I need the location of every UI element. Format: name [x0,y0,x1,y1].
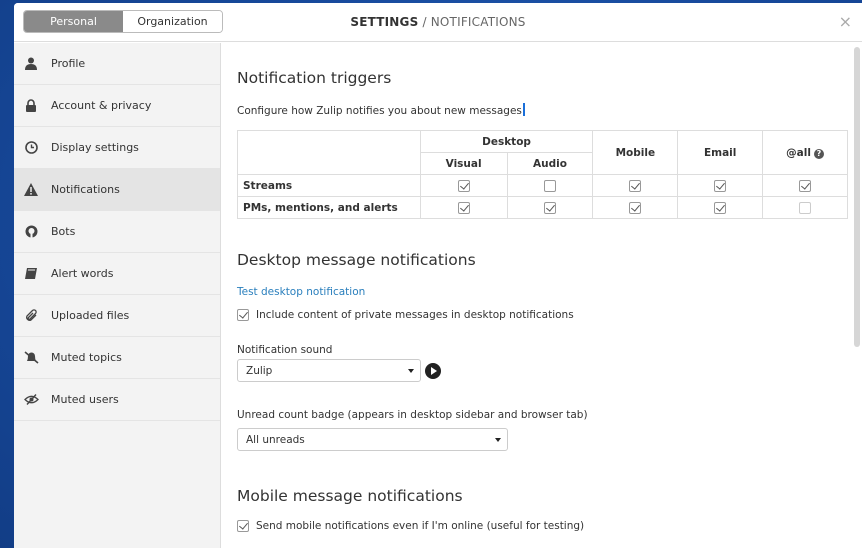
streams-all-checkbox[interactable] [799,179,812,192]
sidebar-item-uploaded-files[interactable]: Uploaded files [14,295,220,337]
settings-header: Personal Organization SETTINGS / NOTIFIC… [14,3,862,42]
eye-slash-icon [23,392,39,408]
table-row: Streams [237,174,848,197]
sidebar-item-muted-users[interactable]: Muted users [14,379,220,421]
sidebar-item-label: Muted topics [51,351,122,364]
streams-email-checkbox[interactable] [714,179,727,192]
notification-triggers-heading: Notification triggers [237,69,392,87]
sidebar-item-label: Profile [51,57,86,70]
sidebar-item-label: Muted users [51,393,119,406]
pms-audio-checkbox[interactable] [543,201,556,214]
github-icon [23,224,39,240]
sidebar-item-profile[interactable]: Profile [14,43,220,85]
notification-sound-label: Notification sound [237,344,333,356]
scrollbar-thumb[interactable] [854,47,860,347]
sidebar-item-label: Notifications [51,183,120,196]
send-online-checkbox[interactable] [237,520,249,532]
row-label-pms-mentions-alerts: PMs, mentions, and alerts [237,196,421,219]
chevron-down-icon [408,369,414,373]
text-cursor [522,103,525,116]
pms-visual-checkbox[interactable] [457,201,470,214]
sidebar-item-alert-words[interactable]: Alert words [14,253,220,295]
settings-sidebar: Profile Account & privacy Display settin… [14,43,221,548]
notification-triggers-description: Configure how Zulip notifies you about n… [237,103,525,117]
include-content-label: Include content of private messages in d… [256,309,574,321]
sidebar-item-muted-topics[interactable]: Muted topics [14,337,220,379]
unread-badge-select[interactable]: All unreads [237,428,508,451]
pms-email-checkbox[interactable] [714,201,727,214]
column-header-all-label: @all [786,146,811,159]
bell-slash-icon [23,350,39,366]
paperclip-icon [23,308,39,324]
unread-badge-value: All unreads [246,433,305,446]
include-content-option[interactable]: Include content of private messages in d… [237,309,574,321]
sidebar-item-label: Uploaded files [51,309,130,322]
page-title-section: SETTINGS [350,15,419,29]
test-desktop-notification-link[interactable]: Test desktop notification [237,286,365,298]
column-header-mobile: Mobile [592,130,679,175]
lock-icon [23,98,39,114]
sidebar-item-label: Display settings [51,141,139,154]
play-sound-icon[interactable] [425,363,441,379]
book-icon [23,266,39,282]
pms-all-checkbox [799,201,812,214]
sidebar-item-display-settings[interactable]: Display settings [14,127,220,169]
sidebar-item-label: Bots [51,225,76,238]
sidebar-item-bots[interactable]: Bots [14,211,220,253]
clock-icon [23,140,39,156]
column-header-email: Email [677,130,764,175]
send-online-option[interactable]: Send mobile notifications even if I'm on… [237,520,584,532]
unread-badge-label: Unread count badge (appears in desktop s… [237,409,588,421]
pms-mobile-checkbox[interactable] [629,201,642,214]
notification-sound-value: Zulip [246,364,273,377]
chevron-down-icon [495,438,501,442]
notification-triggers-table: Desktop Mobile Email @all? Visual Audio … [237,130,848,219]
include-content-checkbox[interactable] [237,309,249,321]
user-icon [23,56,39,72]
settings-modal: Personal Organization SETTINGS / NOTIFIC… [14,3,862,548]
sidebar-item-label: Alert words [51,267,114,280]
sidebar-item-account-privacy[interactable]: Account & privacy [14,85,220,127]
row-label-streams: Streams [237,174,421,197]
streams-audio-checkbox[interactable] [543,179,556,192]
settings-content: Notification triggers Configure how Zuli… [222,43,848,548]
notification-sound-select[interactable]: Zulip [237,359,421,382]
sidebar-item-label: Account & privacy [51,99,152,112]
desktop-notifications-heading: Desktop message notifications [237,251,476,269]
column-header-audio: Audio [506,152,594,175]
warning-icon [23,182,39,198]
page-title-subsection: / NOTIFICATIONS [418,15,526,29]
table-corner [237,130,421,175]
streams-mobile-checkbox[interactable] [629,179,642,192]
column-header-desktop: Desktop [419,130,594,153]
streams-visual-checkbox[interactable] [457,179,470,192]
description-text: Configure how Zulip notifies you about n… [237,105,522,117]
mobile-notifications-heading: Mobile message notifications [237,487,463,505]
sidebar-item-notifications[interactable]: Notifications [14,169,220,211]
close-icon[interactable]: × [839,12,852,31]
send-online-label: Send mobile notifications even if I'm on… [256,520,585,532]
page-title: SETTINGS / NOTIFICATIONS [14,15,862,29]
column-header-all: @all? [762,130,848,175]
help-icon[interactable]: ? [813,148,824,159]
table-row: PMs, mentions, and alerts [237,196,848,219]
column-header-visual: Visual [419,152,508,175]
